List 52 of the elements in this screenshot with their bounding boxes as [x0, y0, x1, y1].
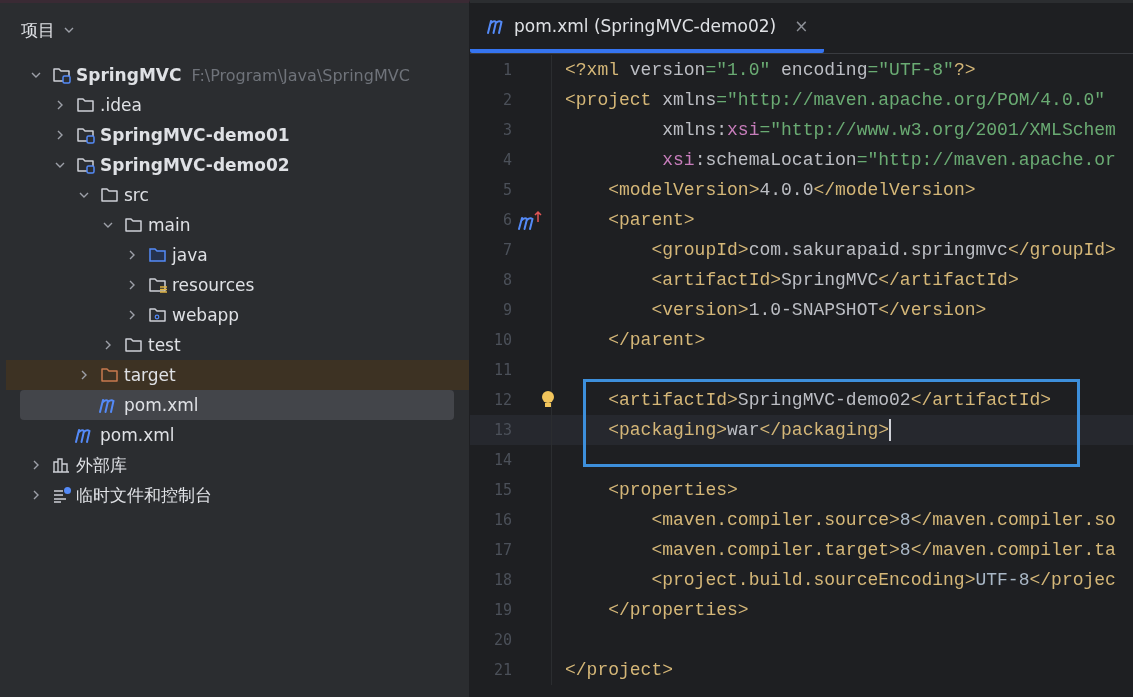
tree-item[interactable]: pom.xml	[20, 390, 454, 420]
code-line: <parent>	[607, 210, 695, 230]
lightbulb-icon[interactable]	[540, 390, 556, 410]
tree-item[interactable]: SpringMVC F:\Program\Java\SpringMVC	[6, 60, 469, 90]
tree-item[interactable]: SpringMVC-demo02	[6, 150, 469, 180]
library-icon	[52, 456, 72, 474]
editor-tab[interactable]: pom.xml (SpringMVC-demo02) ×	[470, 3, 825, 53]
path-hint: F:\Program\Java\SpringMVC	[191, 65, 410, 85]
tree-item[interactable]: pom.xml	[6, 420, 469, 450]
module-folder-icon	[52, 66, 72, 84]
code-line: </project>	[564, 660, 674, 680]
panel-title[interactable]: 项目	[21, 18, 55, 42]
code-line: <properties>	[607, 480, 738, 500]
folder-icon	[124, 336, 144, 354]
tree-item[interactable]: 临时文件和控制台	[6, 480, 469, 510]
code-line: xmlns:xsi="http://www.w3.org/2001/XMLSchem	[661, 120, 1116, 140]
tree-item[interactable]: target	[6, 360, 469, 390]
tree-item[interactable]: webapp	[6, 300, 469, 330]
code-line: <groupId>com.sakurapaid.springmvc</groupId>	[650, 240, 1116, 260]
code-line: <packaging>war</packaging>	[607, 419, 892, 441]
tree-item[interactable]: src	[6, 180, 469, 210]
folder-icon	[100, 186, 120, 204]
web-folder-icon	[148, 306, 168, 324]
tree-item[interactable]: 外部库	[6, 450, 469, 480]
close-icon[interactable]: ×	[794, 16, 809, 36]
code-line: <maven.compiler.source>8</maven.compiler.so	[650, 510, 1116, 530]
code-line: <project.build.sourceEncoding>UTF-8</projec	[650, 570, 1116, 590]
folder-icon	[124, 216, 144, 234]
code-line: xsi:schemaLocation="http://maven.apache.or	[661, 150, 1116, 170]
module-folder-icon	[76, 126, 96, 144]
folder-icon	[100, 366, 120, 384]
tree-item[interactable]: .idea	[6, 90, 469, 120]
tree-item[interactable]: test	[6, 330, 469, 360]
code-line: </properties>	[607, 600, 749, 620]
code-line: </parent>	[607, 330, 706, 350]
code-line: <artifactId>SpringMVC-demo02</artifactId>	[607, 390, 1052, 410]
tree-item[interactable]: java	[6, 240, 469, 270]
code-line: <project xmlns="http://maven.apache.org/POM/4.0.0"	[564, 90, 1106, 110]
code-line: <modelVersion>4.0.0</modelVersion>	[607, 180, 976, 200]
code-line: <artifactId>SpringMVC</artifactId>	[650, 270, 1019, 290]
resources-folder-icon	[148, 276, 168, 294]
code-line: <version>1.0-SNAPSHOT</version>	[650, 300, 987, 320]
text-caret	[889, 419, 892, 441]
module-folder-icon	[76, 156, 96, 174]
tree-item[interactable]: main	[6, 210, 469, 240]
tree-item[interactable]: resources	[6, 270, 469, 300]
scratches-icon	[52, 486, 72, 504]
code-line: <?xml version="1.0" encoding="UTF-8"?>	[564, 60, 976, 80]
folder-icon	[76, 96, 96, 114]
code-line: <maven.compiler.target>8</maven.compiler.ta	[650, 540, 1116, 560]
tree-item[interactable]: SpringMVC-demo01	[6, 120, 469, 150]
folder-icon	[148, 246, 168, 264]
